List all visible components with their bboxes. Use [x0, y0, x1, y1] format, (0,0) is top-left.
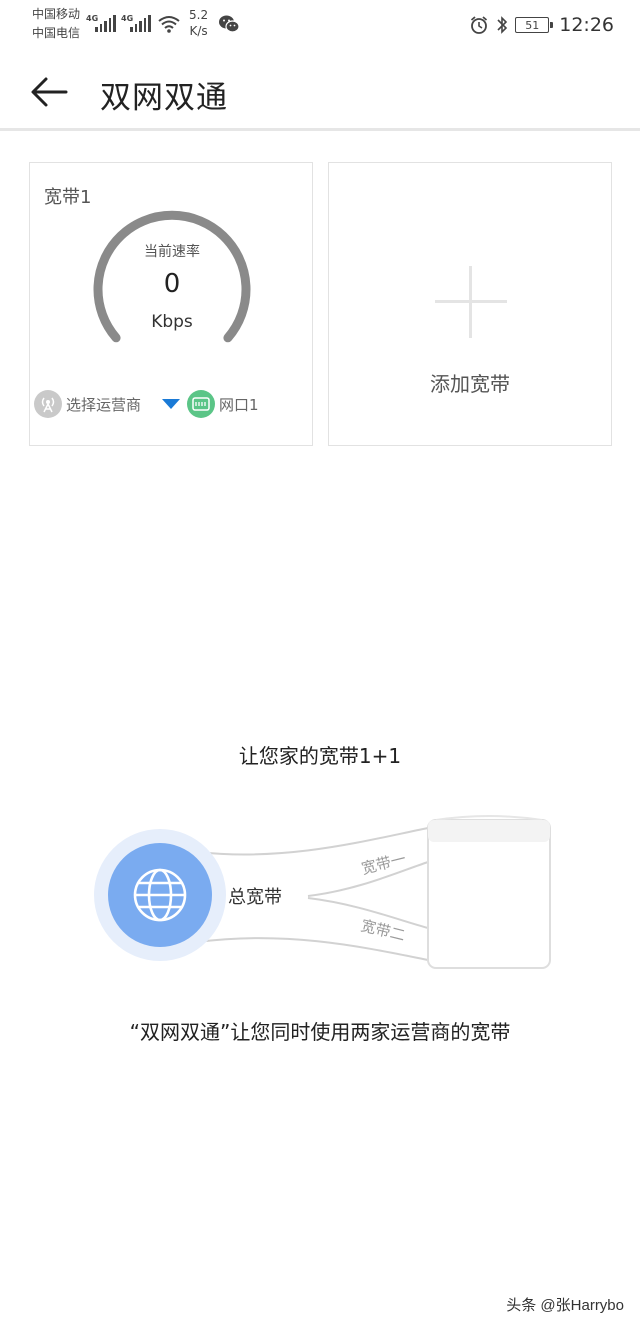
speed-gauge: 当前速率 0 Kbps — [88, 203, 256, 353]
broadband-card-title: 宽带1 — [44, 187, 92, 208]
wifi-icon — [158, 16, 180, 33]
ethernet-port-icon — [187, 390, 215, 418]
network-speed-unit: K/s — [189, 24, 208, 38]
illustration-graphic: 宽带一 宽带二 — [94, 815, 551, 969]
watermark: 头条 @张Harrybo — [506, 1297, 624, 1314]
dropdown-triangle-icon[interactable] — [162, 399, 180, 409]
rate-unit: Kbps — [151, 312, 193, 332]
clock: 12:26 — [559, 14, 614, 36]
carrier-1-label: 中国移动 — [32, 7, 81, 21]
promo-description: “双网双通”让您同时使用两家运营商的宽带 — [129, 1020, 511, 1044]
broadband-1-card[interactable]: 宽带1 当前速率 0 Kbps 选择运营商 网口1 — [29, 162, 313, 446]
app-bar: 双网双通 — [0, 50, 640, 131]
system-indicators: 51 12:26 — [469, 13, 614, 37]
bluetooth-icon — [497, 16, 508, 34]
arrow-left-icon — [31, 77, 68, 107]
alarm-icon — [471, 16, 488, 34]
gauge-label: 当前速率 — [144, 244, 200, 260]
back-button[interactable] — [28, 72, 72, 112]
network-speed: 5.2 K/s — [189, 7, 208, 39]
antenna-icon — [34, 390, 62, 418]
plus-icon — [435, 266, 507, 338]
network-speed-value: 5.2 — [189, 8, 209, 22]
total-broadband-label: 总宽带 — [228, 887, 282, 908]
card-footer: 选择运营商 网口1 — [34, 389, 310, 419]
status-bar: 中国移动 中国电信 4G 4G 5.2 K/s 51 12:26 — [0, 0, 640, 50]
select-isp-label: 选择运营商 — [66, 395, 142, 414]
dual-broadband-illustration: 宽带一 宽带二 总宽带 — [78, 810, 558, 980]
line-2-label: 宽带二 — [359, 916, 407, 944]
battery-icon: 51 — [515, 17, 554, 33]
select-isp-button[interactable]: 选择运营商 — [34, 389, 141, 419]
port-button[interactable]: 网口1 — [187, 389, 259, 419]
add-broadband-card[interactable]: 添加宽带 — [328, 162, 612, 446]
battery-level: 51 — [525, 18, 540, 32]
wechat-icon — [219, 15, 240, 33]
carrier-2-label: 中国电信 — [32, 26, 81, 40]
promo-title: 让您家的宽带1+1 — [238, 744, 402, 768]
add-broadband-label: 添加宽带 — [430, 372, 510, 396]
line-1-label: 宽带一 — [360, 850, 408, 878]
rate-value: 0 — [163, 269, 181, 299]
port-label: 网口1 — [219, 395, 259, 414]
page-title: 双网双通 — [100, 80, 228, 116]
